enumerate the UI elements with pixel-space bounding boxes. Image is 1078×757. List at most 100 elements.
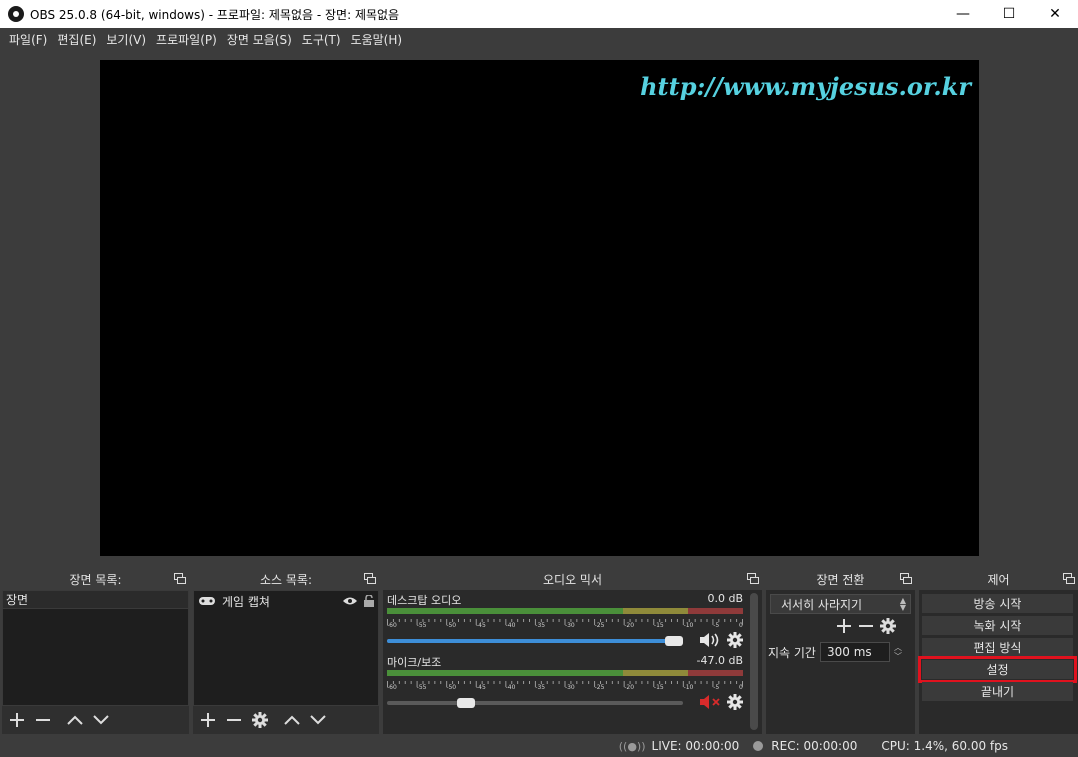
transition-tools [836,618,896,634]
volume-slider[interactable] [387,632,743,650]
float-dock-icon[interactable] [364,573,376,584]
move-source-down-button[interactable] [307,709,329,731]
volume-meter [387,670,743,676]
remove-source-button[interactable] [223,709,245,731]
scenes-toolbar [2,706,189,734]
chevron-down-icon [310,715,326,725]
plus-icon [201,713,215,727]
menu-file[interactable]: 파일(F) [4,31,52,48]
minus-icon[interactable] [858,618,874,634]
menu-view[interactable]: 보기(V) [101,31,151,48]
mixer-channel-desktop: 데스크탑 오디오 0.0 dB -60 -55 -50 -45 -40 -35 … [387,592,743,652]
rec-time: REC: 00:00:00 [771,739,858,753]
start-streaming-button[interactable]: 방송 시작 [922,594,1073,613]
updown-arrows-icon: ▲ ▼ [899,596,906,612]
sources-dock-body: 게임 캡쳐 [193,590,379,734]
eye-icon[interactable] [342,596,358,606]
minimize-button[interactable]: — [940,0,986,28]
move-scene-down-button[interactable] [90,709,112,731]
exit-button[interactable]: 끝내기 [922,682,1073,701]
controls-dock-header: 제어 [919,569,1078,589]
menu-scene-collection[interactable]: 장면 모음(S) [222,31,297,48]
volume-thumb[interactable] [665,636,683,646]
sources-toolbar [193,706,379,734]
menu-bar: 파일(F) 편집(E) 보기(V) 프로파일(P) 장면 모음(S) 도구(T)… [0,28,1078,50]
float-dock-icon[interactable] [900,573,912,584]
menu-tools[interactable]: 도구(T) [297,31,346,48]
add-source-button[interactable] [197,709,219,731]
status-bar: ((●)) LIVE: 00:00:00 REC: 00:00:00 CPU: … [0,735,1078,757]
scenes-list[interactable]: 장면 [2,590,189,706]
chevron-down-icon [93,715,109,725]
preview-canvas[interactable]: http://www.myjesus.or.kr [100,60,979,556]
scene-item[interactable]: 장면 [3,591,188,609]
channel-name: 마이크/보조 [387,656,442,669]
speaker-icon[interactable] [699,632,721,648]
plus-icon [10,713,24,727]
meter-ticks [387,677,743,687]
settings-button[interactable]: 설정 [918,656,1077,683]
audio-mixer-dock: 오디오 믹서 데스크탑 오디오 0.0 dB -60 -55 -50 -45 -… [383,569,762,734]
remove-scene-button[interactable] [32,709,54,731]
title-bar: OBS 25.0.8 (64-bit, windows) - 프로파일: 제목없… [0,0,1078,28]
transitions-dock-title: 장면 전환 [816,572,865,587]
minus-icon [36,719,50,721]
mixer-dock-body: 데스크탑 오디오 0.0 dB -60 -55 -50 -45 -40 -35 … [383,590,762,734]
move-scene-up-button[interactable] [64,709,86,731]
chevron-up-icon [67,715,83,725]
source-item-label: 게임 캡쳐 [222,594,270,609]
scene-transitions-dock: 장면 전환 서서히 사라지기 ▲ ▼ 지속 기간 300 ms ︿ ﹀ [766,569,915,734]
move-source-up-button[interactable] [281,709,303,731]
source-item[interactable]: 게임 캡쳐 [194,591,378,611]
sources-dock-header: 소스 목록: [193,569,379,589]
volume-fill [387,639,674,643]
gear-icon[interactable] [727,694,743,710]
duration-value: 300 ms [826,645,872,659]
duration-label: 지속 기간 [768,645,816,660]
scenes-dock: 장면 목록: 장면 [2,569,189,734]
volume-thumb[interactable] [457,698,475,708]
transition-selected: 서서히 사라지기 [781,597,863,612]
obs-logo-icon [8,6,24,22]
sources-list[interactable]: 게임 캡쳐 [193,590,379,706]
start-recording-button[interactable]: 녹화 시작 [922,616,1073,635]
live-time: LIVE: 00:00:00 [651,739,740,753]
source-properties-button[interactable] [249,709,271,731]
float-dock-icon[interactable] [747,573,759,584]
gear-icon [252,712,268,728]
volume-meter [387,608,743,614]
duration-input[interactable]: 300 ms [819,642,890,662]
plus-icon[interactable] [836,618,852,634]
lock-open-icon[interactable] [364,595,374,607]
float-dock-icon[interactable] [1063,573,1075,584]
gamepad-icon [199,597,215,605]
menu-profile[interactable]: 프로파일(P) [151,31,222,48]
float-dock-icon[interactable] [174,573,186,584]
chevron-up-icon [284,715,300,725]
maximize-button[interactable]: ☐ [986,0,1032,28]
mixer-channel-mic: 마이크/보조 -47.0 dB -60 -55 -50 -45 -40 -35 … [387,654,743,714]
channel-level: -47.0 dB [696,654,744,667]
volume-slider[interactable] [387,694,743,712]
meter-ticks [387,615,743,625]
muted-speaker-icon[interactable] [699,694,721,710]
rec-status: REC: 00:00:00 [753,739,857,753]
menu-edit[interactable]: 편집(E) [52,31,101,48]
transition-select[interactable]: 서서히 사라지기 ▲ ▼ [770,594,911,614]
broadcast-icon: ((●)) [618,739,646,753]
controls-dock-title: 제어 [987,572,1010,587]
gear-icon[interactable] [880,618,896,634]
channel-level: 0.0 dB [707,592,743,605]
live-status: ((●)) LIVE: 00:00:00 [619,739,740,753]
menu-help[interactable]: 도움말(H) [346,31,408,48]
mixer-scrollbar[interactable] [750,593,758,730]
close-button[interactable]: ✕ [1032,0,1078,28]
gear-icon[interactable] [727,632,743,648]
controls-dock-body: 방송 시작 녹화 시작 편집 방식 설정 끝내기 [918,590,1078,734]
mixer-dock-title: 오디오 믹서 [542,572,602,587]
studio-mode-button[interactable]: 편집 방식 [922,638,1073,657]
scenes-dock-header: 장면 목록: [2,569,189,589]
controls-dock: 제어 방송 시작 녹화 시작 편집 방식 설정 끝내기 [918,569,1078,734]
add-scene-button[interactable] [6,709,28,731]
duration-stepper-icon[interactable]: ︿ ﹀ [894,643,902,661]
